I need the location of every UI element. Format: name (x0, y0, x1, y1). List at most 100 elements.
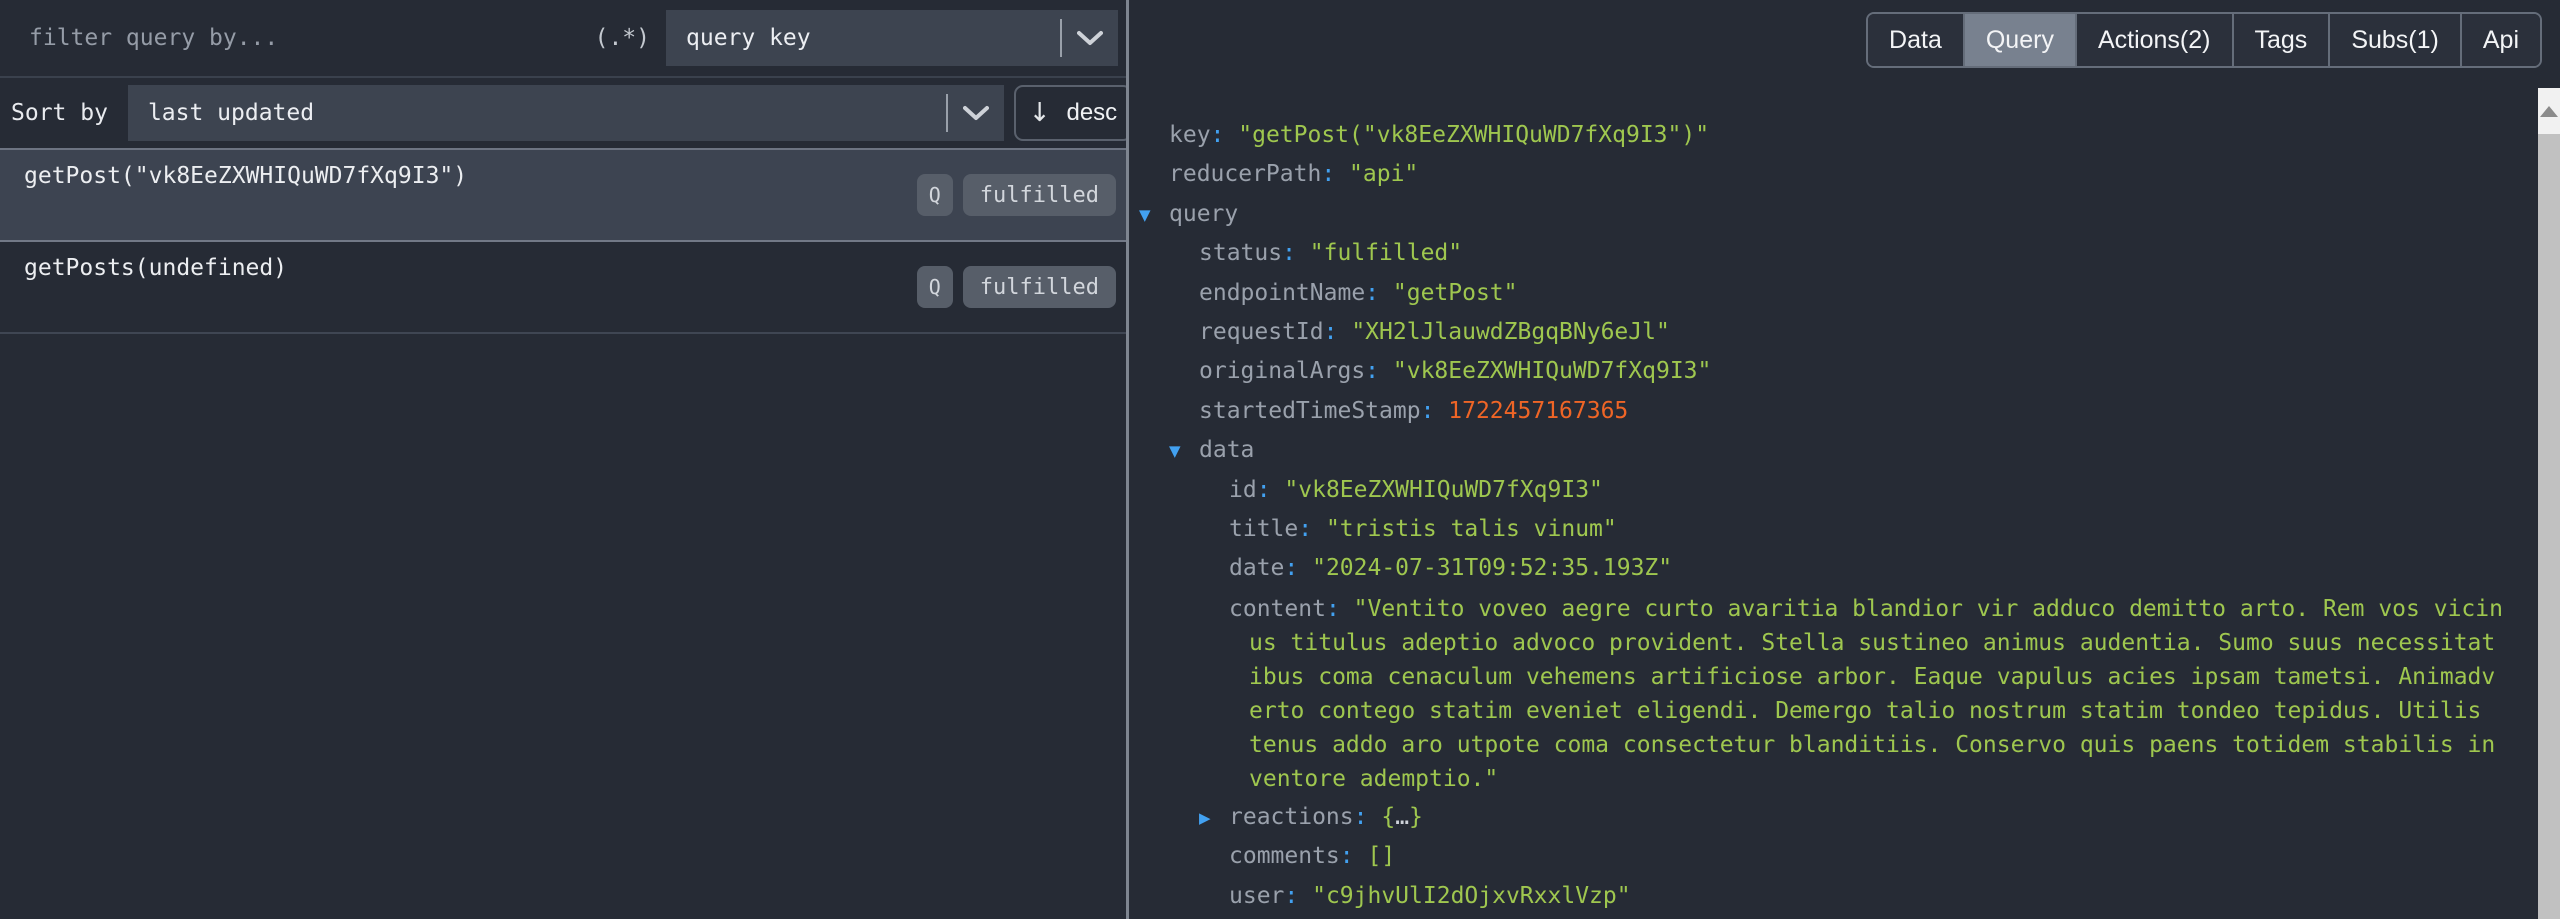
filter-bar: (.*) query key (0, 0, 1126, 78)
sort-by-select-value: last updated (128, 100, 946, 126)
object-preview-open: { (1381, 804, 1395, 830)
tree-colon: : (1365, 358, 1393, 384)
tab-query[interactable]: Query (1965, 14, 2077, 66)
tree-key: date (1229, 555, 1284, 581)
tree-value: "c9jhvUlI2dOjxvRxxlVzp" (1312, 883, 1631, 909)
tree-colon: : (1284, 555, 1312, 581)
tab-actions[interactable]: Actions(2) (2077, 14, 2234, 66)
scroll-up-button[interactable] (2538, 88, 2560, 134)
query-key-label: getPosts(undefined) (24, 255, 287, 281)
tree-row-status: status: "fulfilled" (1169, 234, 2508, 273)
query-badges: Qfulfilled (917, 266, 1116, 308)
tree-key: user (1229, 883, 1284, 909)
scroll-up-icon (2540, 106, 2558, 117)
regex-toggle[interactable]: (.*) (595, 25, 650, 51)
tree-colon: : (1365, 280, 1393, 306)
tree-colon: : (1284, 883, 1312, 909)
tree-colon: : (1211, 122, 1239, 148)
scrollbar-thumb[interactable] (2538, 134, 2560, 919)
tree-row-date: date: "2024-07-31T09:52:35.193Z" (1169, 549, 2508, 588)
tree-key: originalArgs (1199, 358, 1365, 384)
tree-row-reducerPath: reducerPath: "api" (1169, 155, 2508, 194)
query-list: getPost("vk8EeZXWHIQuWD7fXq9I3") Qfulfill… (0, 150, 1126, 919)
tree-key: content (1229, 596, 1326, 622)
filter-by-select[interactable]: query key (666, 10, 1118, 66)
object-preview-ellipsis: … (1395, 804, 1409, 830)
tree-colon: : (1324, 319, 1352, 345)
arrow-down-icon: ↓ (1029, 100, 1051, 126)
tree-row-title: title: "tristis talis vinum" (1169, 510, 2508, 549)
tree-value: "vk8EeZXWHIQuWD7fXq9I3" (1284, 477, 1603, 503)
tree-row-reactions[interactable]: ▶ reactions: {…} (1169, 798, 2508, 837)
tree-key: status (1199, 240, 1282, 266)
collapse-icon[interactable]: ▼ (1169, 432, 1181, 471)
tree-value: 1722457167365 (1448, 398, 1628, 424)
tree-value: "tristis talis vinum" (1326, 516, 1617, 542)
rtk-query-devtools: (.*) query key Sort by last updated ↓ de (0, 0, 2560, 919)
tree-colon: : (1298, 516, 1326, 542)
tree-colon: : (1282, 240, 1310, 266)
tree-key: comments (1229, 843, 1340, 869)
object-preview-close: } (1409, 804, 1423, 830)
tree-key: query (1169, 201, 1238, 227)
tree-key: data (1199, 437, 1254, 463)
tree-key: key (1169, 122, 1211, 148)
tree-row-endpointName: endpointName: "getPost" (1169, 274, 2508, 313)
tree-row-id: id: "vk8EeZXWHIQuWD7fXq9I3" (1169, 471, 2508, 510)
tree-key: reactions (1229, 804, 1354, 830)
query-badges: Qfulfilled (917, 174, 1116, 216)
status-badge: fulfilled (963, 174, 1116, 216)
query-key-label: getPost("vk8EeZXWHIQuWD7fXq9I3") (24, 163, 467, 189)
tree-colon: : (1321, 161, 1349, 187)
query-type-badge: Q (917, 174, 953, 216)
query-list-item[interactable]: getPost("vk8EeZXWHIQuWD7fXq9I3") Qfulfill… (0, 150, 1126, 242)
tree-value: "2024-07-31T09:52:35.193Z" (1312, 555, 1672, 581)
tree-value: [] (1367, 843, 1395, 869)
tree-row-key: key: "getPost("vk8EeZXWHIQuWD7fXq9I3")" (1169, 116, 2508, 155)
filter-query-input[interactable] (0, 25, 595, 51)
sort-order-label: desc (1066, 99, 1117, 127)
query-list-panel: (.*) query key Sort by last updated ↓ de (0, 0, 1126, 919)
tree-row-originalArgs: originalArgs: "vk8EeZXWHIQuWD7fXq9I3" (1169, 352, 2508, 391)
tree-row-requestId: requestId: "XH2lJlauwdZBgqBNy6eJl" (1169, 313, 2508, 352)
sort-by-label: Sort by (11, 100, 108, 126)
tree-colon: : (1326, 596, 1354, 622)
tree-row-user: user: "c9jhvUlI2dOjxvRxxlVzp" (1169, 877, 2508, 916)
chevron-down-icon (1062, 30, 1118, 46)
tree-colon: : (1421, 398, 1449, 424)
tree-row-content: content: "Ventito voveo aegre curto avar… (1169, 592, 2508, 796)
tree-row-data[interactable]: ▼ data (1169, 431, 2508, 470)
tree-key: id (1229, 477, 1257, 503)
query-type-badge: Q (917, 266, 953, 308)
tree-value: "getPost" (1393, 280, 1518, 306)
scrollbar (2538, 88, 2560, 919)
tree-value: "vk8EeZXWHIQuWD7fXq9I3" (1393, 358, 1712, 384)
tab-tags[interactable]: Tags (2234, 14, 2331, 66)
tree-key: startedTimeStamp (1199, 398, 1421, 424)
tree-value: "Ventito voveo aegre curto avaritia blan… (1249, 596, 2503, 792)
sort-by-select[interactable]: last updated (128, 85, 1004, 141)
sort-bar: Sort by last updated ↓ desc (0, 78, 1126, 150)
tree-value: "getPost("vk8EeZXWHIQuWD7fXq9I3")" (1238, 122, 1709, 148)
tree-key: endpointName (1199, 280, 1365, 306)
tree-key: reducerPath (1169, 161, 1321, 187)
tab-subs[interactable]: Subs(1) (2330, 14, 2462, 66)
query-list-item[interactable]: getPosts(undefined) Qfulfilled (0, 242, 1126, 334)
tab-api[interactable]: Api (2462, 14, 2540, 66)
tree-row-startedTimeStamp: startedTimeStamp: 1722457167365 (1169, 392, 2508, 431)
tree-colon: : (1257, 477, 1285, 503)
collapse-icon[interactable]: ▼ (1139, 196, 1151, 235)
detail-tab-bar: DataQueryActions(2)TagsSubs(1)Api (1866, 12, 2542, 68)
tree-row-query[interactable]: ▼query (1169, 195, 2508, 234)
tree-colon: : (1354, 804, 1382, 830)
tree-key: requestId (1199, 319, 1324, 345)
tree-value: "api" (1349, 161, 1418, 187)
tab-data[interactable]: Data (1868, 14, 1965, 66)
tree-value: "fulfilled" (1310, 240, 1462, 266)
tree-colon: : (1340, 843, 1368, 869)
sort-order-button[interactable]: ↓ desc (1014, 85, 1132, 141)
query-detail-panel: DataQueryActions(2)TagsSubs(1)Api key: "… (1129, 0, 2560, 919)
filter-by-select-value: query key (666, 25, 1060, 51)
expand-icon[interactable]: ▶ (1199, 799, 1211, 838)
chevron-down-icon (948, 105, 1004, 121)
